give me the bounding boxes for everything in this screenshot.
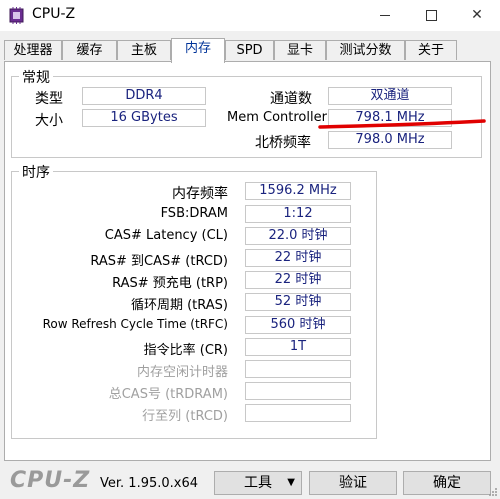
version-text: Ver. 1.95.0.x64: [100, 476, 199, 491]
timing-label-trcd: RAS# 到CAS# (tRCD): [90, 254, 228, 269]
timings-group-title: 时序: [19, 162, 53, 182]
tab-about[interactable]: 关于: [405, 40, 457, 60]
timing-label-trp: RAS# 预充电 (tRP): [112, 276, 228, 291]
tools-button[interactable]: 工具 ▼: [214, 471, 302, 495]
minimize-button[interactable]: [362, 0, 408, 31]
cpu-z-logo: CPU-Z: [10, 468, 91, 493]
size-value: 16 GBytes: [82, 109, 206, 127]
timing-value-cas-latency: 22.0 时钟: [245, 227, 351, 245]
timing-value-tras: 52 时钟: [245, 293, 351, 311]
close-icon: ✕: [471, 7, 483, 23]
verify-button[interactable]: 验证: [309, 471, 397, 495]
timing-label-dram-frequency: 内存频率: [172, 186, 228, 202]
timing-label-fsb-dram: FSB:DRAM: [160, 206, 228, 221]
mem-controller-label: Mem Controller: [227, 110, 327, 125]
tab-memory[interactable]: 内存: [171, 38, 225, 63]
general-group-title: 常规: [19, 67, 53, 87]
timing-label-trfc: Row Refresh Cycle Time (tRFC): [42, 317, 228, 331]
timing-label-row-to-column: 行至列 (tRCD): [142, 409, 228, 424]
tab-graphics[interactable]: 显卡: [274, 40, 326, 60]
timing-value-row-to-column: [245, 404, 351, 422]
northbridge-value: 798.0 MHz: [328, 131, 452, 149]
tab-bench[interactable]: 测试分数: [326, 40, 405, 60]
timing-value-trcd: 22 时钟: [245, 249, 351, 267]
resize-grip-icon[interactable]: [488, 487, 498, 497]
timing-label-tras: 循环周期 (tRAS): [130, 298, 228, 313]
tab-mainboard[interactable]: 主板: [117, 40, 171, 60]
timing-label-command-rate: 指令比率 (CR): [143, 343, 228, 358]
channels-value: 双通道: [328, 87, 452, 105]
type-label: 类型: [35, 91, 63, 107]
maximize-icon: [425, 9, 437, 21]
timing-value-dram-idle-timer: [245, 360, 351, 378]
timing-label-dram-idle-timer: 内存空闲计时器: [136, 365, 228, 380]
tab-processor[interactable]: 处理器: [4, 40, 62, 60]
type-value: DDR4: [82, 87, 206, 105]
dropdown-arrow-icon: ▼: [287, 477, 295, 488]
timing-value-trfc: 560 时钟: [245, 316, 351, 334]
cpu-z-app-icon: [9, 7, 24, 24]
tab-cache[interactable]: 缓存: [62, 40, 117, 60]
maximize-button[interactable]: [408, 0, 454, 31]
timing-label-trdram: 总CAS号 (tRDRAM): [108, 387, 228, 402]
channels-label: 通道数: [270, 91, 312, 107]
minimize-icon: [380, 14, 390, 16]
timing-value-dram-frequency: 1596.2 MHz: [245, 182, 351, 200]
northbridge-label: 北桥频率: [255, 135, 311, 151]
timing-value-trp: 22 时钟: [245, 271, 351, 289]
timing-value-command-rate: 1T: [245, 338, 351, 356]
window-title: CPU-Z: [32, 6, 76, 22]
ok-button[interactable]: 确定: [403, 471, 491, 495]
timing-value-fsb-dram: 1:12: [245, 205, 351, 223]
tab-spd[interactable]: SPD: [225, 40, 274, 60]
timing-label-cas-latency: CAS# Latency (CL): [104, 228, 228, 243]
red-annotation-underline: [318, 119, 486, 129]
title-bar[interactable]: CPU-Z ✕: [0, 0, 500, 31]
tools-button-label: 工具: [244, 475, 272, 491]
close-button[interactable]: ✕: [454, 0, 500, 31]
timing-value-trdram: [245, 382, 351, 400]
size-label: 大小: [35, 113, 63, 129]
